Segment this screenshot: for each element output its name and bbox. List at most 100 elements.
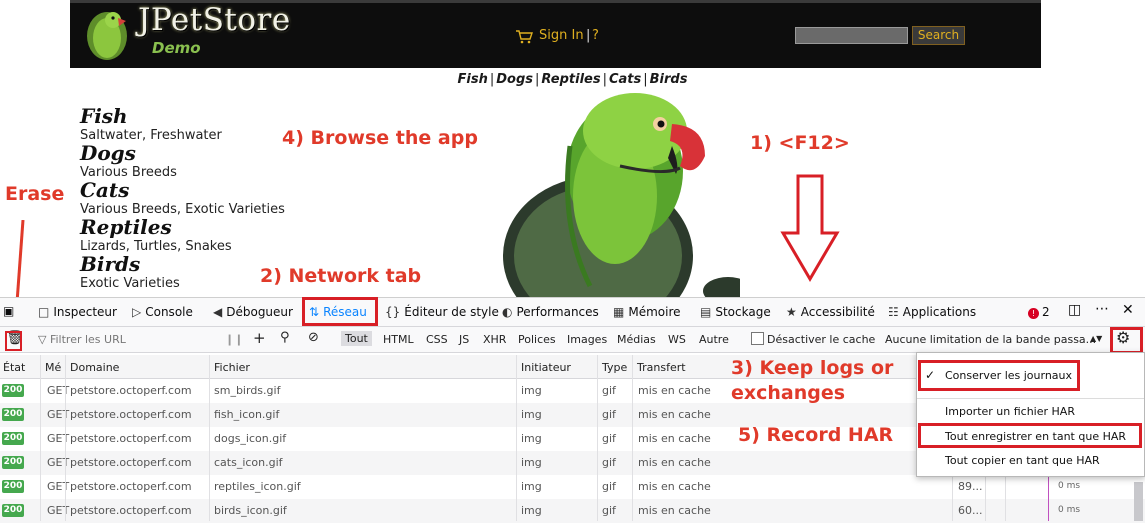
quick-link-cats[interactable]: Cats xyxy=(609,72,641,87)
tab-inspector[interactable]: □ Inspecteur xyxy=(38,305,117,319)
status-badge: 200 xyxy=(2,504,24,517)
add-icon[interactable]: + xyxy=(253,329,266,347)
sign-in-link[interactable]: Sign In xyxy=(539,28,584,43)
tab-debugger-label: Débogueur xyxy=(226,305,293,319)
tab-performance-label: Performances xyxy=(516,305,599,319)
col-transfer[interactable]: Transfert xyxy=(637,361,686,374)
col-state[interactable]: État xyxy=(3,361,25,374)
tab-performance[interactable]: ◐ Performances xyxy=(502,305,599,319)
filter-html[interactable]: HTML xyxy=(383,333,414,346)
braces-icon: {} xyxy=(385,305,401,319)
tab-console[interactable]: ▷ Console xyxy=(132,305,193,319)
search-icon[interactable]: ⚲ xyxy=(280,330,290,345)
category-dogs-link[interactable]: Dogs xyxy=(80,141,136,165)
row-type: gif xyxy=(602,456,616,469)
close-icon[interactable]: ✕ xyxy=(1122,302,1134,318)
quick-link-separator: | xyxy=(535,72,540,87)
col-file[interactable]: Fichier xyxy=(214,361,250,374)
waterfall-marker xyxy=(1048,476,1049,521)
row-domain: petstore.octoperf.com xyxy=(70,384,192,397)
table-row[interactable]: 200 GET petstore.octoperf.com reptiles_i… xyxy=(0,475,1145,499)
column-divider xyxy=(65,355,66,521)
category-cats-link[interactable]: Cats xyxy=(80,178,129,202)
filter-css[interactable]: CSS xyxy=(426,333,448,346)
row-transfer: mis en cache xyxy=(638,408,711,421)
tab-accessibility[interactable]: ★ Accessibilité xyxy=(786,305,875,319)
filter-all[interactable]: Tout xyxy=(341,331,372,346)
error-count[interactable]: ! 2 xyxy=(1028,305,1050,319)
tab-applications-label: Applications xyxy=(902,305,977,319)
column-divider xyxy=(952,477,953,521)
row-size: 89... xyxy=(958,480,983,493)
annotation-keep-logs: 3) Keep logs or xyxy=(731,357,894,379)
col-domain[interactable]: Domaine xyxy=(70,361,119,374)
quick-link-separator: | xyxy=(602,72,607,87)
grid-icon: ☷ xyxy=(888,305,899,319)
row-type: gif xyxy=(602,408,616,421)
disable-cache-label: Désactiver le cache xyxy=(767,333,876,346)
tab-storage[interactable]: ▤ Stockage xyxy=(700,305,771,319)
quick-link-reptiles[interactable]: Reptiles xyxy=(541,72,600,87)
throttle-arrows-icon: ▲▼ xyxy=(1090,334,1103,343)
filter-placeholder: Filtrer les URL xyxy=(49,333,126,346)
memory-chip-icon: ▦ xyxy=(613,305,625,319)
annotation-down-arrow xyxy=(780,174,840,282)
inspector-icon: □ xyxy=(38,305,50,319)
logo-title[interactable]: JPetStore xyxy=(138,2,291,38)
help-link[interactable]: ? xyxy=(592,28,599,43)
quick-links: Fish | Dogs | Reptiles | Cats | Birds xyxy=(0,72,1145,87)
pick-element-icon[interactable]: ▣ xyxy=(3,304,14,318)
quick-link-birds[interactable]: Birds xyxy=(650,72,688,87)
filter-url-input[interactable]: ▽ Filtrer les URL xyxy=(38,333,126,346)
tab-storage-label: Stockage xyxy=(715,305,771,319)
filter-fonts[interactable]: Polices xyxy=(518,333,556,346)
search-input[interactable] xyxy=(795,27,908,44)
row-domain: petstore.octoperf.com xyxy=(70,456,192,469)
tab-debugger[interactable]: ◀ Débogueur xyxy=(213,305,293,319)
menu-divider xyxy=(917,398,1144,399)
quick-link-fish[interactable]: Fish xyxy=(458,72,488,87)
filter-media[interactable]: Médias xyxy=(617,333,656,346)
row-file: birds_icon.gif xyxy=(214,504,287,517)
throttling-select[interactable]: Aucune limitation de la bande passa... xyxy=(885,333,1096,346)
filter-xhr[interactable]: XHR xyxy=(483,333,506,346)
quick-link-dogs[interactable]: Dogs xyxy=(496,72,533,87)
more-options-icon[interactable]: ⋯ xyxy=(1095,301,1109,317)
filter-ws[interactable]: WS xyxy=(668,333,686,346)
gauge-icon: ◐ xyxy=(502,305,513,319)
col-type[interactable]: Type xyxy=(602,361,627,374)
tab-memory[interactable]: ▦ Mémoire xyxy=(613,305,681,319)
category-fish-link[interactable]: Fish xyxy=(80,104,128,128)
pause-icon[interactable]: ❙❙ xyxy=(225,333,243,346)
col-initiator[interactable]: Initiateur xyxy=(521,361,571,374)
filter-js[interactable]: JS xyxy=(459,333,469,346)
tab-style-editor[interactable]: {} Éditeur de style xyxy=(385,305,499,319)
table-row[interactable]: 200 GET petstore.octoperf.com birds_icon… xyxy=(0,499,1145,523)
tab-console-label: Console xyxy=(145,305,193,319)
logo-subtitle: Demo xyxy=(152,39,201,57)
col-method[interactable]: Mé xyxy=(45,361,61,374)
category-birds-link[interactable]: Birds xyxy=(80,252,140,276)
category-reptiles-link[interactable]: Reptiles xyxy=(80,215,172,239)
annotation-save-har-box xyxy=(918,423,1142,448)
menu-copy-all-har[interactable]: Tout copier en tant que HAR xyxy=(945,454,1100,467)
disable-cache-checkbox[interactable] xyxy=(751,332,764,345)
block-icon[interactable]: ⊘ xyxy=(308,330,319,345)
annotation-erase: Erase xyxy=(5,183,65,205)
tab-applications[interactable]: ☷ Applications xyxy=(888,305,976,319)
row-type: gif xyxy=(602,384,616,397)
dock-side-icon[interactable]: ◫ xyxy=(1068,302,1081,318)
tab-inspector-label: Inspecteur xyxy=(53,305,117,319)
cart-icon[interactable] xyxy=(515,30,533,44)
annotation-network-box xyxy=(302,297,378,326)
scrollbar-thumb[interactable] xyxy=(1134,482,1143,521)
filter-other[interactable]: Autre xyxy=(699,333,729,346)
row-time: 0 ms xyxy=(1058,481,1081,491)
search-button[interactable]: Search xyxy=(912,26,965,45)
tab-accessibility-label: Accessibilité xyxy=(800,305,875,319)
row-file: cats_icon.gif xyxy=(214,456,283,469)
web-page: JPetStore Demo Sign In | ? Search Fish | D… xyxy=(0,0,1145,297)
menu-import-har[interactable]: Importer un fichier HAR xyxy=(945,405,1075,418)
filter-images[interactable]: Images xyxy=(567,333,607,346)
parrot-logo-icon[interactable] xyxy=(82,6,132,61)
